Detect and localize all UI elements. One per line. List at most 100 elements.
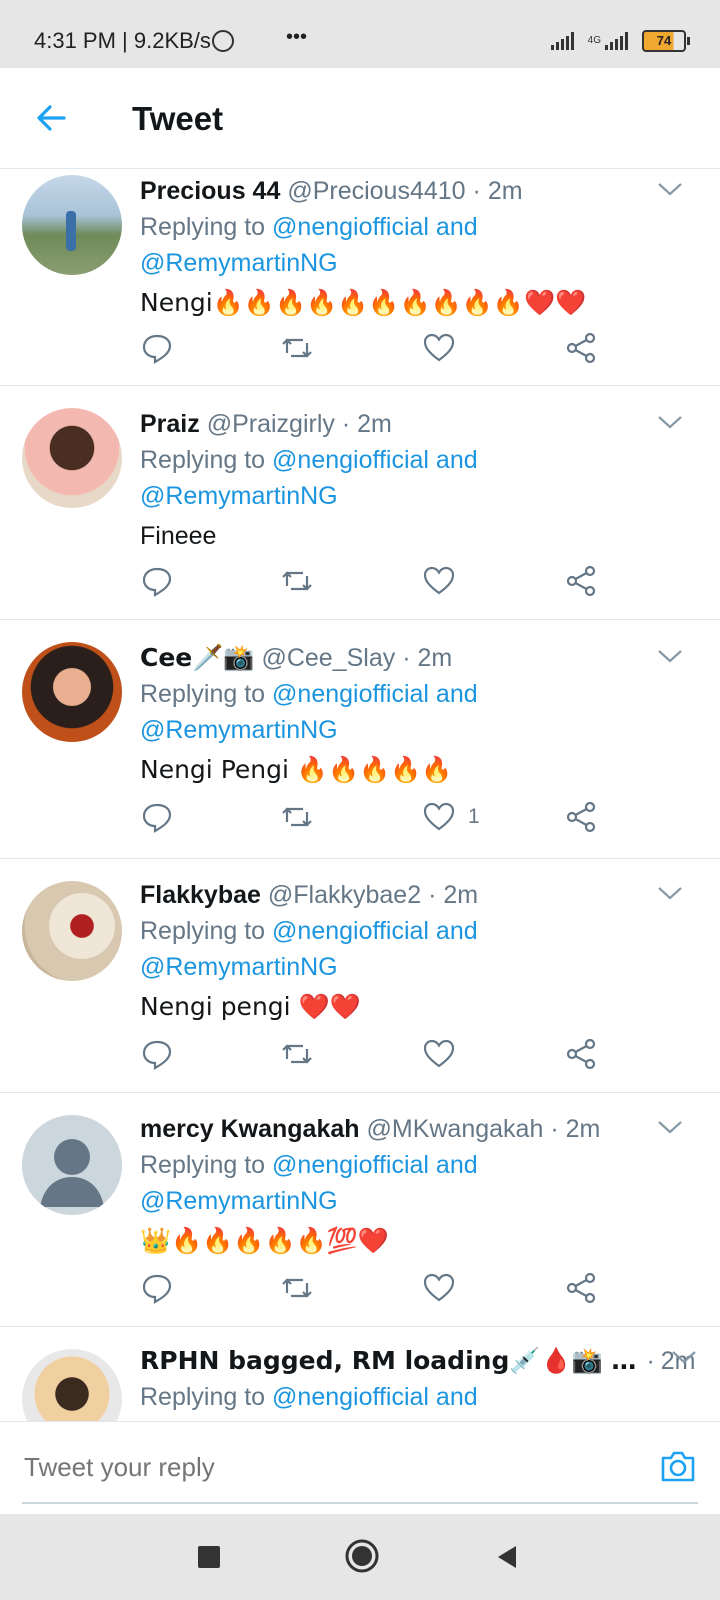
avatar[interactable] xyxy=(22,175,122,275)
status-bar: 4:31 PM | 9.2KB/s ••• 4G 74 xyxy=(0,0,720,68)
replying-label: Replying to xyxy=(140,1151,266,1179)
author-name[interactable]: Cee🗡️📸 xyxy=(140,643,255,672)
like-button[interactable]: 1 xyxy=(422,800,480,834)
tweet-time: 2m xyxy=(443,881,479,909)
replying-label: Replying to xyxy=(140,1383,266,1411)
share-button[interactable] xyxy=(564,331,598,365)
author-name[interactable]: Flakkybae xyxy=(140,881,261,909)
page-title: Tweet xyxy=(132,100,224,137)
author-handle[interactable]: @Praizgirly xyxy=(207,410,335,438)
default-avatar-icon xyxy=(40,1139,104,1207)
tweet-time: 2m xyxy=(417,644,453,672)
author-handle[interactable]: @Precious4410 xyxy=(287,177,465,205)
share-button[interactable] xyxy=(564,1037,598,1071)
reply-button[interactable] xyxy=(140,1271,174,1305)
mention-link[interactable]: @nengiofficial and xyxy=(272,1383,478,1411)
replies-feed[interactable]: Precious 44 @Precious4410 · 2m Replying … xyxy=(0,169,720,1421)
reply-button[interactable] xyxy=(140,564,174,598)
camera-icon[interactable] xyxy=(658,1446,698,1486)
retweet-icon xyxy=(282,571,312,591)
chevron-down-icon[interactable] xyxy=(656,179,684,199)
retweet-button[interactable] xyxy=(280,1271,314,1305)
back-button[interactable] xyxy=(494,1544,520,1570)
tweet-text: 👑🔥🔥🔥🔥🔥💯❤️ xyxy=(140,1226,390,1255)
like-button[interactable] xyxy=(422,331,468,365)
author-handle[interactable]: @Cee_Slay xyxy=(261,644,395,672)
mention-link[interactable]: @nengiofficial and xyxy=(272,917,478,945)
retweet-icon xyxy=(282,1278,312,1298)
reply-button[interactable] xyxy=(140,800,174,834)
avatar[interactable] xyxy=(22,642,122,742)
share-button[interactable] xyxy=(564,564,598,598)
replying-label: Replying to xyxy=(140,917,266,945)
author-handle[interactable]: @Flakkybae2 xyxy=(268,881,421,909)
share-button[interactable] xyxy=(564,1271,598,1305)
tweet-actions xyxy=(140,1271,620,1311)
tweet-item[interactable]: Precious 44 @Precious4410 · 2m Replying … xyxy=(0,169,720,386)
reply-input[interactable] xyxy=(22,1444,626,1490)
separator: · xyxy=(341,410,351,438)
author-name[interactable]: Praiz xyxy=(140,410,200,438)
retweet-button[interactable] xyxy=(280,800,314,834)
retweet-icon xyxy=(282,807,312,827)
avatar[interactable] xyxy=(22,881,122,981)
reply-button[interactable] xyxy=(140,1037,174,1071)
tweet-actions: 1 xyxy=(140,800,620,840)
retweet-button[interactable] xyxy=(280,331,314,365)
mention-link[interactable]: @RemymartinNG xyxy=(140,249,338,277)
tweet-time: 2m xyxy=(357,410,392,438)
tweet-actions xyxy=(140,1037,620,1077)
reply-button[interactable] xyxy=(140,331,174,365)
network-type: 4G xyxy=(587,35,601,46)
mention-link[interactable]: @RemymartinNG xyxy=(140,482,338,510)
chevron-down-icon[interactable] xyxy=(656,646,684,666)
author-name[interactable]: RPHN bagged, RM loading💉🩸📸 … xyxy=(140,1343,636,1379)
mention-link[interactable]: @nengiofficial and xyxy=(272,213,478,241)
chevron-down-icon[interactable] xyxy=(670,1347,698,1367)
tweet-item[interactable]: Cee🗡️📸 @Cee_Slay · 2m Replying to @nengi… xyxy=(0,620,720,859)
reply-icon xyxy=(142,334,172,364)
avatar[interactable] xyxy=(22,408,122,508)
tweet-text: Nengi pengi ❤️❤️ xyxy=(140,992,361,1021)
like-button[interactable] xyxy=(422,1271,468,1305)
heart-icon xyxy=(423,1273,455,1302)
chevron-down-icon[interactable] xyxy=(656,1117,684,1137)
share-icon xyxy=(566,1038,596,1070)
like-count: 1 xyxy=(468,805,480,828)
mention-link[interactable]: @nengiofficial and xyxy=(272,1151,478,1179)
tweet-item[interactable]: Praiz @Praizgirly · 2m Replying to @neng… xyxy=(0,386,720,620)
author-name[interactable]: Precious 44 xyxy=(140,177,280,205)
like-button[interactable] xyxy=(422,1037,468,1071)
home-button[interactable] xyxy=(344,1538,380,1574)
avatar[interactable] xyxy=(22,1349,122,1421)
retweet-icon xyxy=(282,1044,312,1064)
retweet-button[interactable] xyxy=(280,564,314,598)
author-name[interactable]: mercy Kwangakah xyxy=(140,1115,360,1143)
mention-link[interactable]: @RemymartinNG xyxy=(140,953,338,981)
tweet-item[interactable]: mercy Kwangakah @MKwangakah · 2m Replyin… xyxy=(0,1093,720,1327)
retweet-button[interactable] xyxy=(280,1037,314,1071)
avatar[interactable] xyxy=(22,1115,122,1215)
status-time: 4:31 PM | 9.2KB/s xyxy=(34,28,211,53)
replying-to: Replying to @nengiofficial and @Remymart… xyxy=(140,913,650,985)
mention-link[interactable]: @nengiofficial and xyxy=(272,446,478,474)
chevron-down-icon[interactable] xyxy=(656,412,684,432)
tweet-item[interactable]: RPHN bagged, RM loading💉🩸📸 … · 2m Replyi… xyxy=(0,1327,720,1421)
author-handle[interactable]: @MKwangakah xyxy=(367,1115,544,1143)
arrow-left-icon[interactable] xyxy=(34,100,70,136)
composer-underline xyxy=(22,1502,698,1504)
chevron-down-icon[interactable] xyxy=(656,883,684,903)
mention-link[interactable]: @nengiofficial and xyxy=(272,680,478,708)
like-button[interactable] xyxy=(422,564,468,598)
status-more-icon: ••• xyxy=(286,26,308,48)
mention-link[interactable]: @RemymartinNG xyxy=(140,716,338,744)
share-button[interactable] xyxy=(564,800,598,834)
recents-button[interactable] xyxy=(198,1546,220,1568)
tweet-actions xyxy=(140,331,620,371)
tweet-item[interactable]: Flakkybae @Flakkybae2 · 2m Replying to @… xyxy=(0,859,720,1093)
mention-link[interactable]: @RemymartinNG xyxy=(140,1187,338,1215)
retweet-icon xyxy=(282,338,312,358)
replying-to: Replying to @nengiofficial and xyxy=(140,1379,680,1415)
replying-to: Replying to @nengiofficial and @Remymart… xyxy=(140,676,650,748)
tweet-time: 2m xyxy=(565,1115,601,1143)
